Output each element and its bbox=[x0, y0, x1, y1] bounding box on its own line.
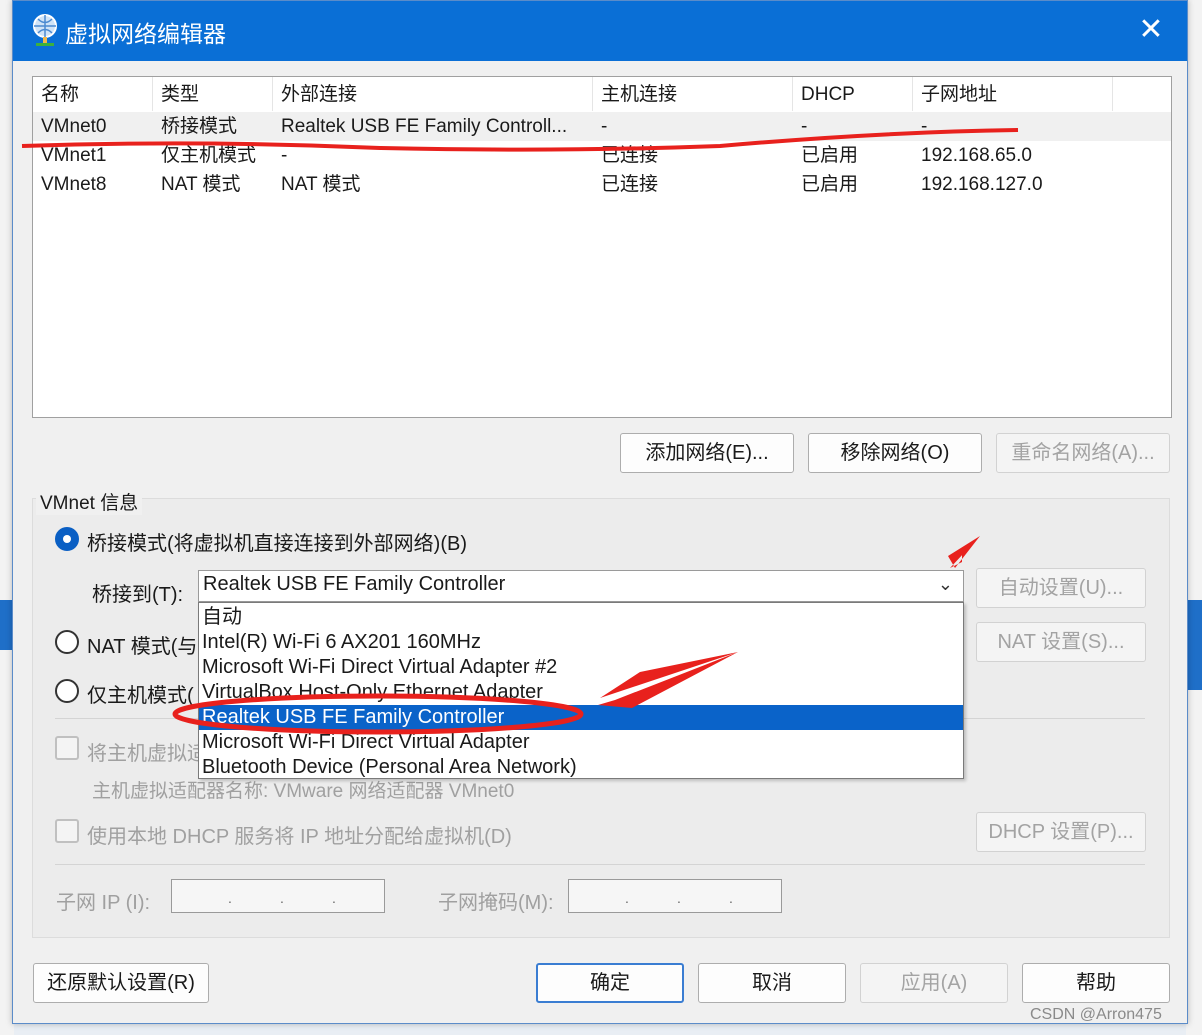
cell-host: 已连接 bbox=[601, 174, 659, 195]
cell-host: 已连接 bbox=[601, 145, 659, 166]
cell-external: NAT 模式 bbox=[281, 174, 361, 195]
subnet-ip-label: 子网 IP (I): bbox=[56, 892, 151, 914]
cell-subnet: 192.168.127.0 bbox=[921, 174, 1043, 195]
cell-subnet: - bbox=[921, 116, 928, 137]
subnet-mask-input[interactable]: ... bbox=[568, 879, 782, 913]
cell-dhcp: 已启用 bbox=[801, 174, 859, 195]
bridge-to-label: 桥接到(T): bbox=[92, 584, 184, 606]
dropdown-option[interactable]: Intel(R) Wi-Fi 6 AX201 160MHz bbox=[199, 630, 963, 655]
auto-settings-button[interactable]: 自动设置(U)... bbox=[976, 568, 1146, 608]
host-adapter-label[interactable]: 将主机虚拟适 bbox=[87, 737, 207, 766]
dhcp-settings-button[interactable]: DHCP 设置(P)... bbox=[976, 812, 1146, 852]
cell-external: Realtek USB FE Family Controll... bbox=[281, 116, 568, 137]
bridged-mode-radio[interactable] bbox=[55, 527, 79, 551]
host-only-label[interactable]: 仅主机模式( bbox=[87, 679, 194, 708]
column-header-dhcp[interactable]: DHCP bbox=[793, 77, 913, 111]
host-adapter-checkbox[interactable] bbox=[55, 736, 79, 760]
add-network-button[interactable]: 添加网络(E)... bbox=[620, 433, 794, 473]
cell-name: VMnet1 bbox=[41, 145, 107, 166]
dhcp-checkbox[interactable] bbox=[55, 819, 79, 843]
window-title: 虚拟网络编辑器 bbox=[65, 21, 226, 47]
cell-type: 仅主机模式 bbox=[161, 145, 257, 166]
bridge-to-dropdown[interactable]: 自动 Intel(R) Wi-Fi 6 AX201 160MHz Microso… bbox=[198, 602, 964, 779]
table-row[interactable]: VMnet8 NAT 模式 NAT 模式 已连接 已启用 192.168.127… bbox=[33, 170, 1171, 199]
nat-settings-button[interactable]: NAT 设置(S)... bbox=[976, 622, 1146, 662]
dhcp-label[interactable]: 使用本地 DHCP 服务将 IP 地址分配给虚拟机(D) bbox=[87, 820, 512, 849]
divider bbox=[55, 864, 1145, 865]
dropdown-option[interactable]: VirtualBox Host-Only Ethernet Adapter bbox=[199, 680, 963, 705]
dropdown-option[interactable]: Bluetooth Device (Personal Area Network) bbox=[199, 755, 963, 780]
nat-mode-radio[interactable] bbox=[55, 630, 79, 654]
background-app-right bbox=[1186, 0, 1202, 1035]
table-row[interactable]: VMnet0 桥接模式 Realtek USB FE Family Contro… bbox=[33, 112, 1171, 141]
help-button[interactable]: 帮助 bbox=[1022, 963, 1170, 1003]
list-header: 名称 类型 外部连接 主机连接 DHCP 子网地址 bbox=[33, 77, 1171, 111]
column-header-type[interactable]: 类型 bbox=[153, 77, 273, 111]
title-bar: 虚拟网络编辑器 ✕ bbox=[13, 1, 1187, 61]
host-only-radio[interactable] bbox=[55, 679, 79, 703]
close-button[interactable]: ✕ bbox=[1133, 13, 1169, 49]
nat-mode-label[interactable]: NAT 模式(与 bbox=[87, 630, 197, 659]
cancel-button[interactable]: 取消 bbox=[698, 963, 846, 1003]
column-header-host[interactable]: 主机连接 bbox=[593, 77, 793, 111]
rename-network-button[interactable]: 重命名网络(A)... bbox=[996, 433, 1170, 473]
column-header-subnet[interactable]: 子网地址 bbox=[913, 77, 1113, 111]
cell-dhcp: 已启用 bbox=[801, 145, 859, 166]
cell-subnet: 192.168.65.0 bbox=[921, 145, 1032, 166]
cell-external: - bbox=[281, 145, 288, 166]
bridge-to-select[interactable]: Realtek USB FE Family Controller ⌄ bbox=[198, 570, 964, 602]
dropdown-option[interactable]: Microsoft Wi-Fi Direct Virtual Adapter #… bbox=[199, 655, 963, 680]
remove-network-button[interactable]: 移除网络(O) bbox=[808, 433, 982, 473]
ok-button[interactable]: 确定 bbox=[536, 963, 684, 1003]
dropdown-option-highlighted[interactable]: Realtek USB FE Family Controller bbox=[199, 705, 963, 730]
cell-type: NAT 模式 bbox=[161, 174, 241, 195]
cell-type: 桥接模式 bbox=[161, 116, 238, 137]
dropdown-option[interactable]: 自动 bbox=[199, 605, 963, 630]
chevron-down-icon[interactable]: ⌄ bbox=[938, 574, 953, 595]
cell-name: VMnet0 bbox=[41, 116, 107, 137]
subnet-mask-label: 子网掩码(M): bbox=[438, 892, 554, 914]
bridged-mode-label[interactable]: 桥接模式(将虚拟机直接连接到外部网络)(B) bbox=[87, 527, 467, 556]
subnet-ip-input[interactable]: ... bbox=[171, 879, 385, 913]
cell-dhcp: - bbox=[801, 116, 808, 137]
bridge-to-value: Realtek USB FE Family Controller bbox=[203, 573, 506, 595]
restore-defaults-button[interactable]: 还原默认设置(R) bbox=[33, 963, 209, 1003]
background-band bbox=[1186, 600, 1202, 690]
watermark: CSDN @Arron475 bbox=[1030, 1006, 1162, 1023]
network-globe-icon bbox=[33, 14, 57, 46]
cell-host: - bbox=[601, 116, 608, 137]
host-adapter-name: 主机虚拟适配器名称: VMware 网络适配器 VMnet0 bbox=[92, 781, 515, 802]
apply-button[interactable]: 应用(A) bbox=[860, 963, 1008, 1003]
cell-name: VMnet8 bbox=[41, 174, 107, 195]
network-list[interactable]: 名称 类型 外部连接 主机连接 DHCP 子网地址 VMnet0 桥接模式 Re… bbox=[32, 76, 1172, 418]
vmnet-info-label: VMnet 信息 bbox=[36, 488, 143, 515]
column-header-name[interactable]: 名称 bbox=[33, 77, 153, 111]
table-row[interactable]: VMnet1 仅主机模式 - 已连接 已启用 192.168.65.0 bbox=[33, 141, 1171, 170]
dropdown-option[interactable]: Microsoft Wi-Fi Direct Virtual Adapter bbox=[199, 730, 963, 755]
column-header-external[interactable]: 外部连接 bbox=[273, 77, 593, 111]
